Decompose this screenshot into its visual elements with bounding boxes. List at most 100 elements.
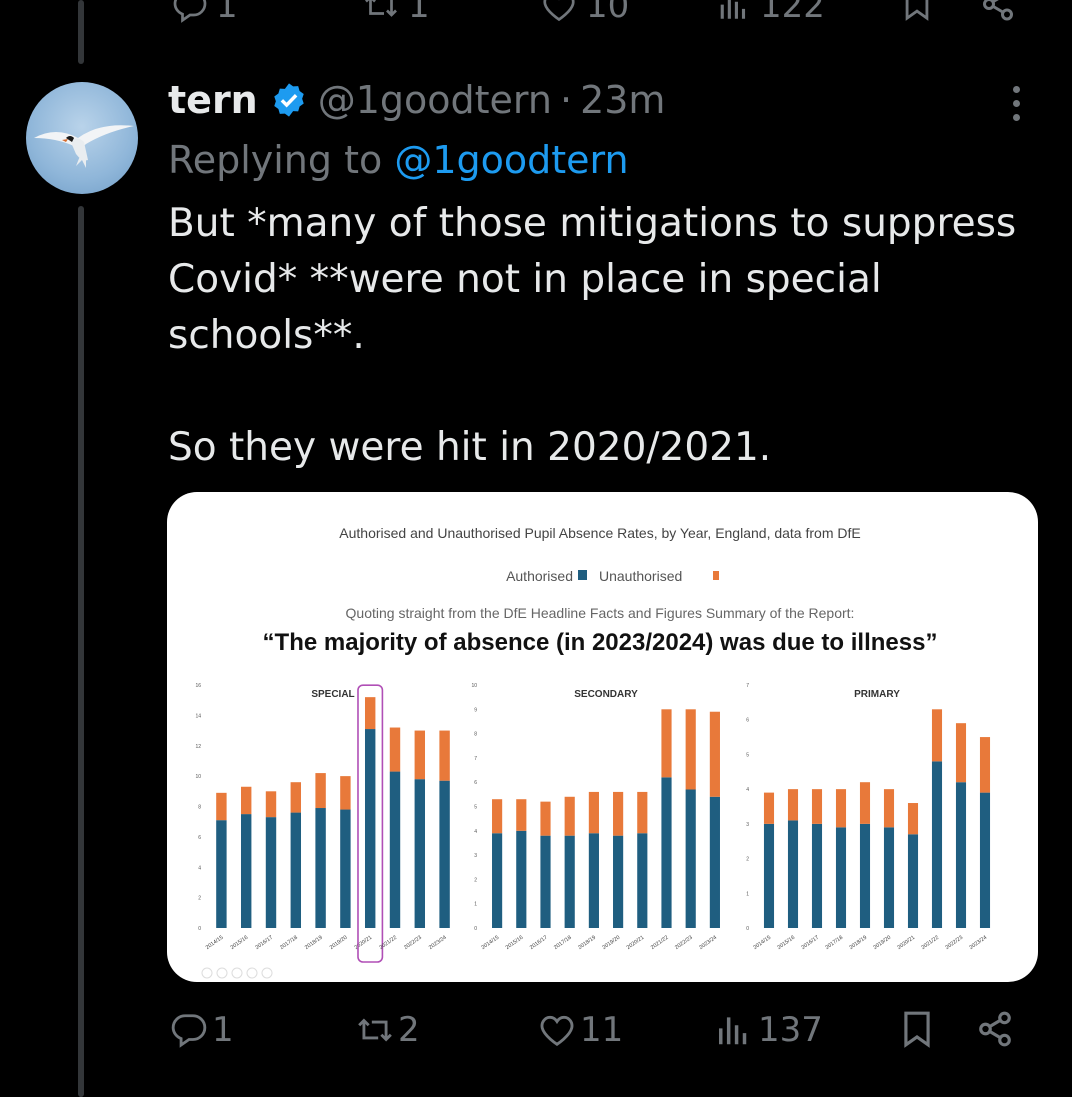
bar-unauthorised bbox=[685, 709, 696, 790]
bar-authorised bbox=[763, 823, 775, 928]
bar-unauthorised bbox=[364, 697, 376, 730]
x-tick-label: 2022/23 bbox=[403, 935, 423, 951]
tweet-text-paragraph: But *many of those mitigations to suppre… bbox=[168, 201, 1017, 358]
tweet-timestamp[interactable]: 23m bbox=[580, 78, 665, 122]
previous-bookmark-button[interactable] bbox=[900, 0, 934, 22]
bar-unauthorised bbox=[588, 791, 599, 834]
retweet-icon bbox=[365, 0, 397, 17]
y-tick-label: 0 bbox=[746, 926, 749, 932]
x-tick-label: 2014/15 bbox=[205, 935, 225, 951]
y-tick-label: 10 bbox=[195, 774, 201, 780]
x-tick-label: 2014/15 bbox=[752, 935, 772, 951]
y-tick-label: 5 bbox=[474, 805, 477, 811]
y-tick-label: 2 bbox=[474, 877, 477, 883]
view-count: 137 bbox=[758, 1010, 823, 1050]
author-handle[interactable]: @1goodtern bbox=[318, 78, 552, 122]
bar-authorised bbox=[637, 833, 648, 928]
x-tick-label: 2017/18 bbox=[279, 935, 299, 951]
bar-unauthorised bbox=[516, 799, 527, 831]
more-options-button[interactable] bbox=[1006, 86, 1026, 124]
y-tick-label: 7 bbox=[474, 756, 477, 762]
y-tick-label: 5 bbox=[746, 752, 749, 758]
y-tick-label: 3 bbox=[474, 853, 477, 859]
y-tick-label: 1 bbox=[474, 902, 477, 908]
bar-authorised bbox=[216, 820, 227, 928]
bar-authorised bbox=[931, 761, 943, 928]
more-icon bbox=[1006, 86, 1026, 121]
share-icon bbox=[983, 0, 1013, 21]
bar-unauthorised bbox=[763, 792, 775, 824]
y-tick-label: 0 bbox=[474, 926, 477, 932]
y-tick-label: 4 bbox=[198, 865, 201, 871]
bar-authorised bbox=[859, 823, 871, 928]
tweet-action-bar: 1 2 11 137 bbox=[0, 1010, 1072, 1060]
x-tick-label: 2023/24 bbox=[428, 935, 448, 951]
bar-authorised bbox=[588, 833, 599, 928]
bar-unauthorised bbox=[883, 789, 895, 828]
bar-unauthorised bbox=[265, 791, 277, 818]
bar-authorised bbox=[564, 835, 575, 928]
x-tick-label: 2017/18 bbox=[553, 935, 573, 951]
tweet-image[interactable]: Authorised and Unauthorised Pupil Absenc… bbox=[167, 492, 1038, 982]
like-button[interactable]: 11 bbox=[538, 1010, 623, 1050]
bar-unauthorised bbox=[414, 730, 426, 780]
legend-authorised-swatch bbox=[578, 570, 587, 580]
panel-title: SECONDARY bbox=[574, 689, 638, 700]
bookmark-icon bbox=[904, 1011, 930, 1048]
reply-button[interactable]: 1 bbox=[170, 1010, 234, 1050]
retweet-button[interactable]: 2 bbox=[356, 1010, 420, 1050]
chart-panel-primary: PRIMARY 0 1 2 3 4 5 6 7 2014/15 2015/16 2016/17 2017… bbox=[746, 683, 991, 951]
x-tick-label: 2015/16 bbox=[776, 935, 796, 951]
previous-views-button[interactable]: 122 bbox=[718, 0, 825, 26]
views-button[interactable]: 137 bbox=[716, 1010, 823, 1050]
absence-chart: Authorised and Unauthorised Pupil Absenc… bbox=[195, 525, 991, 979]
reply-icon bbox=[173, 0, 207, 23]
author-name[interactable]: tern bbox=[168, 78, 258, 122]
bar-unauthorised bbox=[955, 723, 967, 783]
avatar[interactable] bbox=[26, 82, 138, 194]
chart-title: Authorised and Unauthorised Pupil Absenc… bbox=[339, 525, 860, 541]
bar-authorised bbox=[389, 771, 401, 928]
bar-unauthorised bbox=[787, 789, 799, 821]
bar-unauthorised bbox=[540, 801, 551, 836]
share-button[interactable] bbox=[976, 1010, 1014, 1048]
bar-unauthorised bbox=[315, 773, 326, 809]
previous-like-button[interactable]: 10 bbox=[540, 0, 629, 26]
x-tick-label: 2018/19 bbox=[577, 935, 597, 951]
bar-authorised bbox=[787, 820, 799, 928]
legend-unauthorised-swatch bbox=[713, 571, 719, 580]
y-tick-label: 16 bbox=[195, 683, 201, 689]
bar-authorised bbox=[907, 834, 919, 928]
y-tick-label: 6 bbox=[198, 835, 201, 841]
bar-unauthorised bbox=[613, 791, 624, 836]
legend-authorised-label: Authorised bbox=[506, 568, 573, 584]
x-tick-label: 2023/24 bbox=[968, 935, 988, 951]
x-tick-label: 2022/23 bbox=[944, 935, 964, 951]
previous-reply-count: 1 bbox=[216, 0, 238, 26]
views-icon bbox=[719, 1017, 747, 1045]
previous-retweet-button[interactable]: 1 bbox=[362, 0, 430, 26]
x-tick-label: 2014/15 bbox=[481, 935, 501, 951]
bar-unauthorised bbox=[439, 730, 450, 781]
replying-to-handle-link[interactable]: @1goodtern bbox=[394, 138, 628, 182]
y-tick-label: 2 bbox=[746, 857, 749, 863]
x-tick-label: 2023/24 bbox=[698, 935, 718, 951]
previous-tweet-action-bar: 1 1 10 122 bbox=[0, 0, 1072, 26]
bar-authorised bbox=[340, 809, 351, 928]
bookmark-button[interactable] bbox=[898, 1010, 936, 1048]
y-tick-label: 2 bbox=[198, 896, 201, 902]
replying-prefix: Replying to bbox=[168, 138, 383, 182]
y-tick-label: 8 bbox=[198, 805, 201, 811]
verified-badge-icon bbox=[274, 83, 304, 117]
x-tick-label: 2019/20 bbox=[872, 935, 892, 951]
panel-title: PRIMARY bbox=[854, 689, 900, 700]
bar-authorised bbox=[661, 777, 672, 928]
previous-share-button[interactable] bbox=[980, 0, 1016, 22]
previous-reply-button[interactable]: 1 bbox=[172, 0, 238, 26]
bookmark-icon bbox=[905, 0, 929, 21]
quote-intro: Quoting straight from the DfE Headline F… bbox=[346, 605, 855, 621]
bar-unauthorised bbox=[564, 796, 575, 836]
replying-to-line: Replying to @1goodtern bbox=[168, 138, 629, 182]
x-tick-label: 2019/20 bbox=[602, 935, 622, 951]
x-tick-label: 2022/23 bbox=[674, 935, 694, 951]
